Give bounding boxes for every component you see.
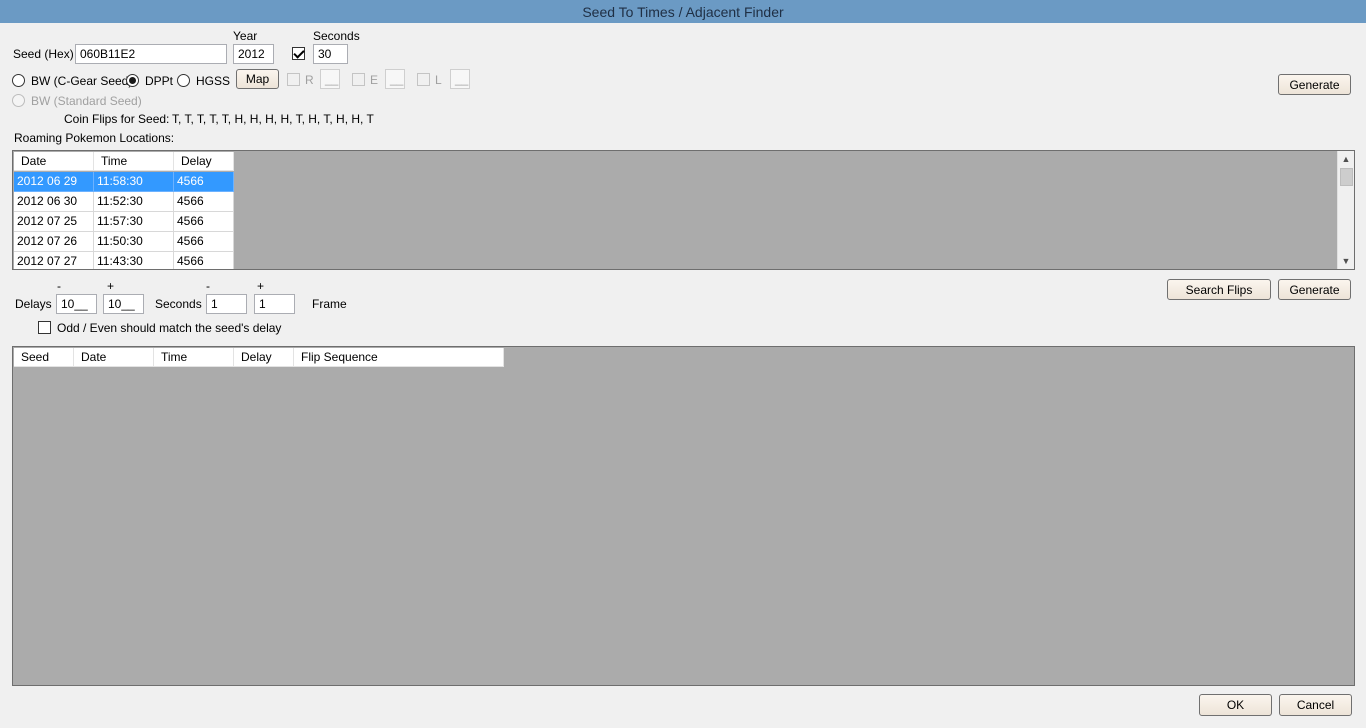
cell-time: 11:50:30 bbox=[94, 232, 174, 252]
frame-label: Frame bbox=[312, 297, 347, 311]
cell-date: 2012 06 29 bbox=[14, 172, 94, 192]
header-date[interactable]: Date bbox=[74, 348, 154, 367]
header-time[interactable]: Time bbox=[94, 152, 174, 171]
times-grid-header: Date Time Delay bbox=[14, 152, 234, 171]
radio-hgss[interactable] bbox=[177, 74, 190, 87]
odd-even-label: Odd / Even should match the seed's delay bbox=[57, 321, 282, 335]
header-delay[interactable]: Delay bbox=[234, 348, 294, 367]
adjacent-seconds-label: Seconds bbox=[155, 297, 202, 311]
roaming-locations-label: Roaming Pokemon Locations: bbox=[14, 131, 175, 145]
roamer-l-checkbox[interactable] bbox=[417, 73, 430, 86]
delays-label: Delays bbox=[15, 297, 52, 311]
cell-time: 11:43:30 bbox=[94, 252, 174, 269]
radio-hgss-label: HGSS bbox=[196, 74, 231, 88]
window-title: Seed To Times / Adjacent Finder bbox=[0, 0, 1366, 23]
delay-plus-input[interactable]: 10__ bbox=[103, 294, 144, 314]
results-grid[interactable]: Seed Date Time Delay Flip Sequence bbox=[12, 346, 1355, 686]
cancel-button[interactable]: Cancel bbox=[1279, 694, 1352, 716]
cell-delay: 4566 bbox=[174, 192, 234, 212]
radio-dppt-label: DPPt bbox=[145, 74, 174, 88]
roamer-r-input[interactable]: __ bbox=[320, 69, 340, 89]
delay-minus-sign: - bbox=[57, 279, 61, 293]
roamer-e-label: E bbox=[370, 73, 379, 87]
cell-date: 2012 07 25 bbox=[14, 212, 94, 232]
seconds-minus-input[interactable]: 1 bbox=[206, 294, 247, 314]
table-row[interactable]: 2012 06 29 11:58:30 4566 bbox=[14, 172, 234, 192]
radio-dppt[interactable] bbox=[126, 74, 139, 87]
seconds-plus-input[interactable]: 1 bbox=[254, 294, 295, 314]
cell-date: 2012 07 27 bbox=[14, 252, 94, 269]
seconds-label: Seconds bbox=[313, 29, 360, 43]
cell-delay: 4566 bbox=[174, 212, 234, 232]
seconds-plus-sign: + bbox=[257, 279, 265, 293]
radio-bw-cgear-label: BW (C-Gear Seed) bbox=[31, 74, 133, 88]
generate-button-adjacent[interactable]: Generate bbox=[1278, 279, 1351, 300]
header-flip-sequence[interactable]: Flip Sequence bbox=[294, 348, 504, 367]
cell-date: 2012 07 26 bbox=[14, 232, 94, 252]
roamer-l-input[interactable]: __ bbox=[450, 69, 470, 89]
table-row[interactable]: 2012 07 26 11:50:30 4566 bbox=[14, 232, 234, 252]
cell-date: 2012 06 30 bbox=[14, 192, 94, 212]
year-input[interactable]: 2012 bbox=[233, 44, 274, 64]
header-seed[interactable]: Seed bbox=[14, 348, 74, 367]
coin-flips-value: T, T, T, T, T, H, H, H, H, T, H, T, H, H… bbox=[172, 112, 374, 126]
table-row[interactable]: 2012 06 30 11:52:30 4566 bbox=[14, 192, 234, 212]
table-row[interactable]: 2012 07 27 11:43:30 4566 bbox=[14, 252, 234, 269]
delay-plus-sign: + bbox=[107, 279, 115, 293]
seconds-input[interactable]: 30 bbox=[313, 44, 348, 64]
cell-delay: 4566 bbox=[174, 232, 234, 252]
roamer-e-checkbox[interactable] bbox=[352, 73, 365, 86]
year-label: Year bbox=[233, 29, 258, 43]
ok-button[interactable]: OK bbox=[1199, 694, 1272, 716]
roamer-r-label: R bbox=[305, 73, 314, 87]
radio-bw-cgear[interactable] bbox=[12, 74, 25, 87]
coin-flips-label: Coin Flips for Seed: bbox=[64, 112, 170, 126]
seconds-checkbox[interactable] bbox=[292, 47, 305, 60]
seed-input[interactable]: 060B11E2 bbox=[75, 44, 227, 64]
generate-button-top[interactable]: Generate bbox=[1278, 74, 1351, 95]
radio-bw-standard[interactable] bbox=[12, 94, 25, 107]
roamer-e-input[interactable]: __ bbox=[385, 69, 405, 89]
cell-time: 11:58:30 bbox=[94, 172, 174, 192]
delay-minus-input[interactable]: 10__ bbox=[56, 294, 97, 314]
seed-label: Seed (Hex) bbox=[13, 47, 74, 61]
cell-time: 11:52:30 bbox=[94, 192, 174, 212]
roamer-r-checkbox[interactable] bbox=[287, 73, 300, 86]
search-flips-button[interactable]: Search Flips bbox=[1167, 279, 1271, 300]
results-grid-header: Seed Date Time Delay Flip Sequence bbox=[14, 348, 504, 367]
seconds-minus-sign: - bbox=[206, 279, 210, 293]
odd-even-checkbox[interactable] bbox=[38, 321, 51, 334]
roamer-l-label: L bbox=[435, 73, 442, 87]
cell-delay: 4566 bbox=[174, 172, 234, 192]
header-time[interactable]: Time bbox=[154, 348, 234, 367]
scroll-down-icon[interactable]: ▼ bbox=[1338, 253, 1354, 269]
cell-delay: 4566 bbox=[174, 252, 234, 269]
scroll-up-icon[interactable]: ▲ bbox=[1338, 151, 1354, 167]
scroll-thumb[interactable] bbox=[1340, 168, 1353, 186]
cell-time: 11:57:30 bbox=[94, 212, 174, 232]
table-row[interactable]: 2012 07 25 11:57:30 4566 bbox=[14, 212, 234, 232]
times-grid-scrollbar[interactable]: ▲ ▼ bbox=[1337, 151, 1354, 269]
header-delay[interactable]: Delay bbox=[174, 152, 234, 171]
header-date[interactable]: Date bbox=[14, 152, 94, 171]
times-grid[interactable]: Date Time Delay 2012 06 29 11:58:30 4566… bbox=[12, 150, 1355, 270]
map-button[interactable]: Map bbox=[236, 69, 279, 89]
radio-bw-standard-label: BW (Standard Seed) bbox=[31, 94, 142, 108]
